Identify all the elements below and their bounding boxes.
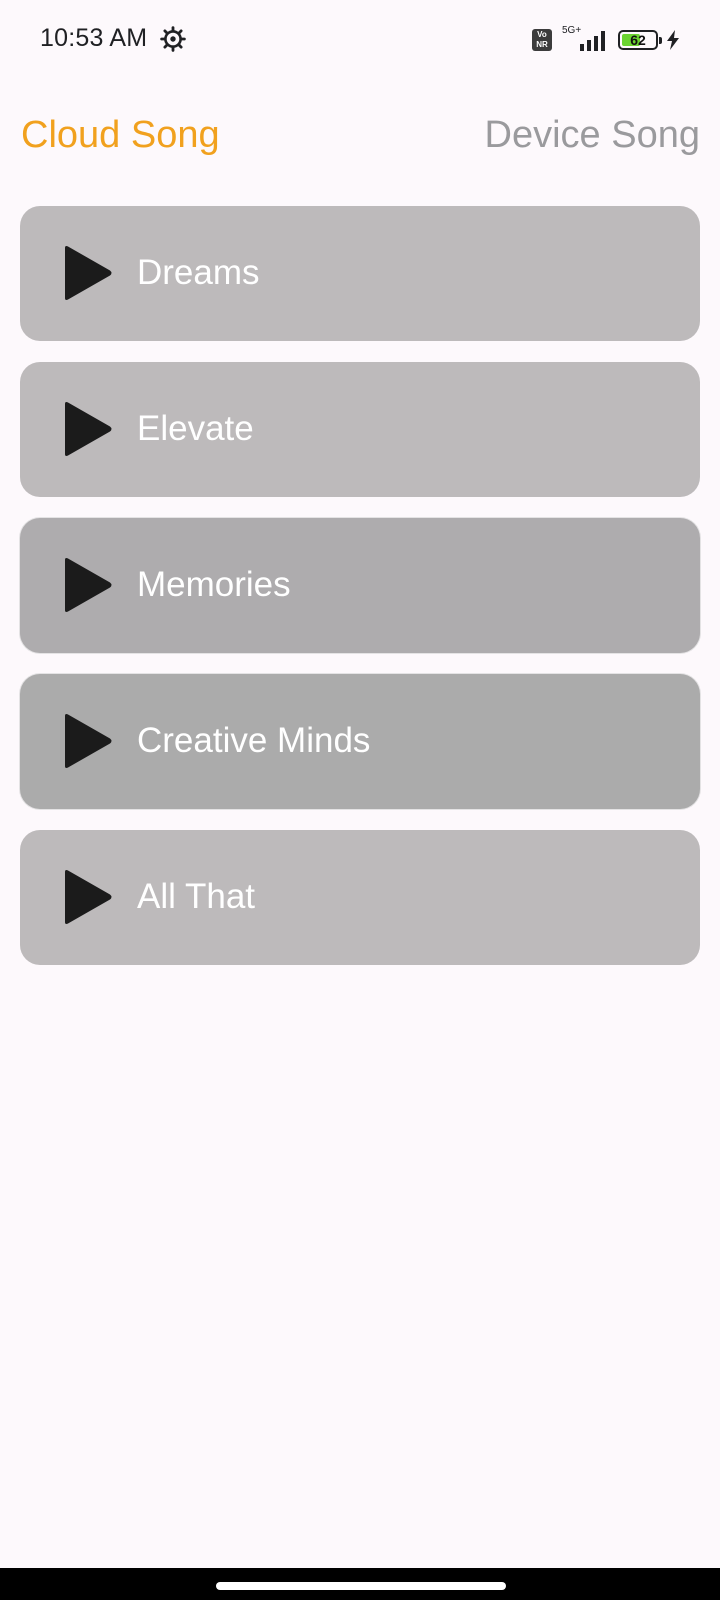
play-icon[interactable] <box>62 712 114 770</box>
battery-level: 62 <box>630 32 646 48</box>
song-card-memories[interactable]: Memories <box>20 518 700 653</box>
play-icon[interactable] <box>62 244 114 302</box>
song-card-creative-minds[interactable]: Creative Minds <box>20 674 700 809</box>
play-icon[interactable] <box>62 400 114 458</box>
song-title: Dreams <box>137 253 260 292</box>
gear-icon <box>160 26 186 52</box>
play-icon[interactable] <box>62 868 114 926</box>
app-screen: 10:53 AM Vo NR 5G+ 62 Cloud Song Device … <box>0 0 720 1600</box>
play-icon[interactable] <box>62 556 114 614</box>
tab-cloud-song[interactable]: Cloud Song <box>21 110 220 160</box>
signal-bars-icon <box>580 31 605 51</box>
volte-badge: Vo NR <box>532 29 552 51</box>
status-bar: 10:53 AM Vo NR 5G+ 62 <box>0 0 720 80</box>
song-title: Creative Minds <box>137 721 371 760</box>
song-card-elevate[interactable]: Elevate <box>20 362 700 497</box>
song-list: Dreams Elevate Memories Creative Minds A… <box>20 206 700 986</box>
song-card-dreams[interactable]: Dreams <box>20 206 700 341</box>
song-title: All That <box>137 877 256 916</box>
network-indicator: 5G+ <box>560 25 610 53</box>
navigation-bar <box>0 1568 720 1600</box>
song-card-all-that[interactable]: All That <box>20 830 700 965</box>
tab-device-song[interactable]: Device Song <box>485 110 700 160</box>
battery-icon: 62 <box>618 30 662 50</box>
home-gesture-handle[interactable] <box>216 1582 506 1590</box>
bolt-icon <box>667 30 679 50</box>
song-title: Elevate <box>137 409 254 448</box>
song-title: Memories <box>137 565 291 604</box>
status-icons: Vo NR 5G+ 62 <box>532 25 680 54</box>
status-time: 10:53 AM <box>40 24 148 52</box>
